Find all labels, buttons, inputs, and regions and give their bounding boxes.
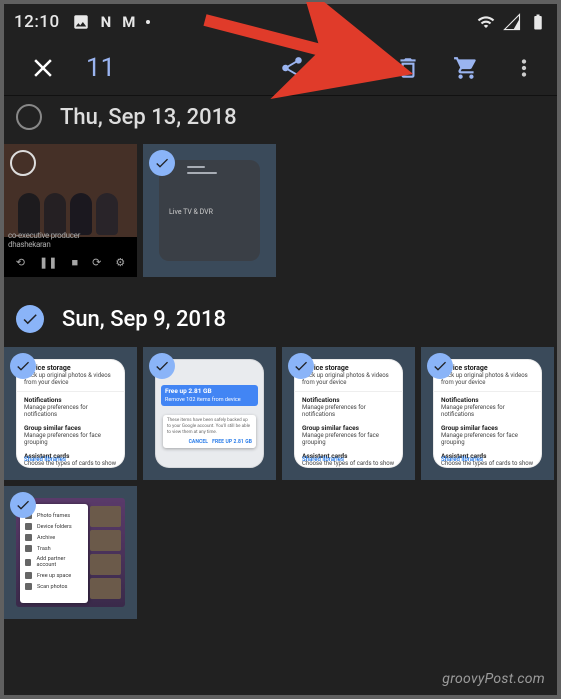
thumb-app-banner[interactable]: Free up 2.81 GBRemove 102 items from dev… [143,347,276,480]
image-icon [72,13,90,31]
menu-preview: Photo frames Device folders Archive Tras… [16,498,125,607]
select-all-ring[interactable] [16,104,42,130]
status-right-icons [477,13,547,31]
selection-toolbar: 11 [4,40,557,96]
thumb-app-settings-1[interactable]: Device storageBack up original photos & … [4,347,137,480]
status-left-icons: N M [72,13,151,31]
date-header-1[interactable]: Thu, Sep 13, 2018 [4,90,557,144]
netflix-icon: N [101,13,112,31]
more-notifications-dot [146,20,150,24]
white-card: Device storageBack up original photos & … [433,359,542,468]
gmail-icon: M [122,13,135,31]
photo-grid-2: Device storageBack up original photos & … [4,347,557,633]
cart-icon [453,55,479,81]
video-caption: co-executive producer dhashekaran [8,231,80,249]
thumb-app-settings-3[interactable]: Device storageBack up original photos & … [421,347,554,480]
thumb-check[interactable] [288,353,314,379]
white-card-banner: Free up 2.81 GBRemove 102 items from dev… [155,359,264,468]
cart-button[interactable] [439,40,493,96]
selection-count: 11 [74,53,127,83]
white-card: Device storageBack up original photos & … [16,359,125,468]
close-icon [28,53,58,83]
phone-screen: 12:10 N M 11 [4,4,557,695]
wifi-icon [477,13,495,31]
thumb-check[interactable] [149,353,175,379]
date-text-2: Sun, Sep 9, 2018 [62,307,226,332]
thumb-settings-dark[interactable]: Live TV & DVR [143,144,276,277]
thumb-app-settings-2[interactable]: Device storageBack up original photos & … [282,347,415,480]
watermark-text: groovyPost.com [442,671,545,687]
thumb-video[interactable]: co-executive producer dhashekaran ⟲❚❚■⟳⚙ [4,144,137,277]
more-vert-icon [511,55,537,81]
select-all-check[interactable] [16,305,44,333]
more-button[interactable] [497,40,551,96]
white-card: Device storageBack up original photos & … [294,359,403,468]
trash-icon [395,55,421,81]
thumb-check[interactable] [149,150,175,176]
video-controls: ⟲❚❚■⟳⚙ [4,251,137,273]
share-button[interactable] [265,40,319,96]
close-button[interactable] [16,40,70,96]
thumb-select-ring[interactable] [10,150,36,176]
status-time: 12:10 [14,12,60,32]
status-bar: 12:10 N M [4,4,557,40]
photo-grid-1: co-executive producer dhashekaran ⟲❚❚■⟳⚙… [4,144,557,291]
thumb-check[interactable] [10,492,36,518]
add-button[interactable] [323,40,377,96]
thumb-check[interactable] [10,353,36,379]
thumb-check[interactable] [427,353,453,379]
date-text-1: Thu, Sep 13, 2018 [60,105,237,130]
date-header-2[interactable]: Sun, Sep 9, 2018 [4,291,557,347]
plus-icon [337,55,363,81]
settings-card-preview: Live TV & DVR [159,160,260,261]
share-icon [279,55,305,81]
content-area[interactable]: Thu, Sep 13, 2018 co-executive producer … [4,90,557,633]
delete-button[interactable] [381,40,435,96]
signal-icon [503,13,521,31]
battery-icon [529,13,547,31]
thumb-app-menu[interactable]: Photo frames Device folders Archive Tras… [4,486,137,619]
